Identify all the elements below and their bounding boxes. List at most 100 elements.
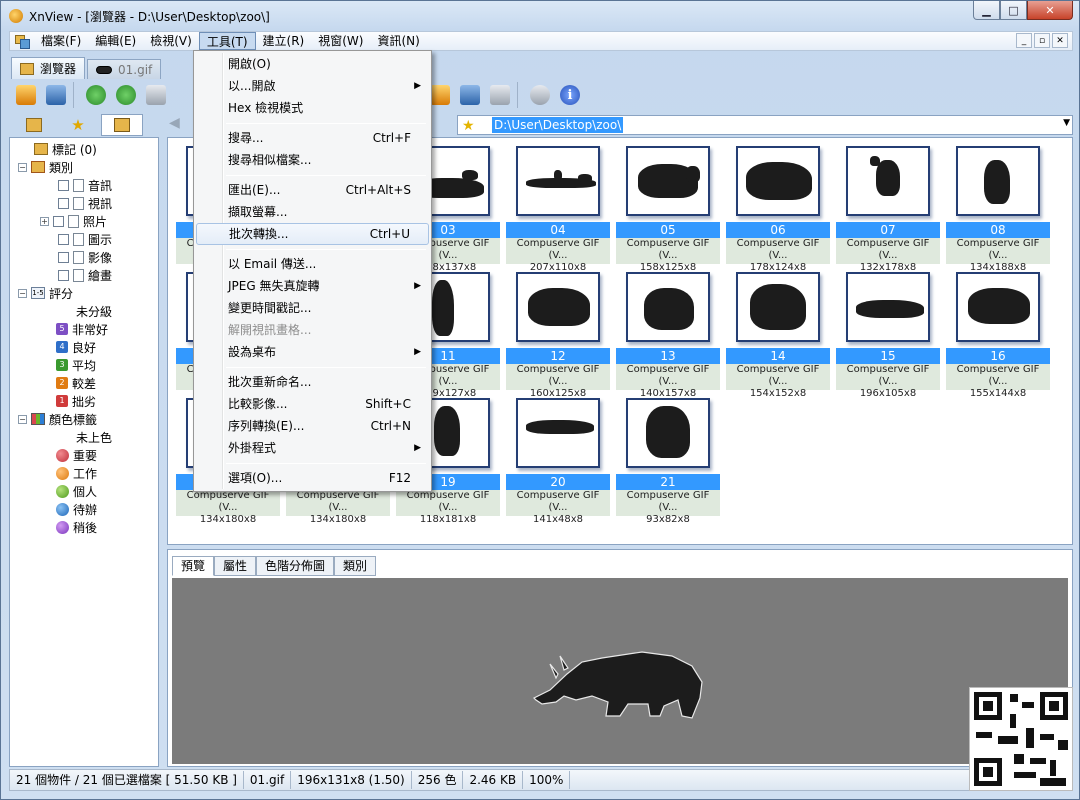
thumbnail-item[interactable]: 13 Compuserve GIF (V... 140x157x8	[616, 270, 720, 399]
tab-histogram[interactable]: 色階分佈圖	[256, 556, 335, 576]
tree-category-item[interactable]: 繪畫	[58, 266, 112, 284]
menu-item-jpeg-lossless[interactable]: JPEG 無失真旋轉 ▶	[196, 275, 429, 297]
tree-color-item[interactable]: 工作	[56, 464, 97, 482]
tree-color-item[interactable]: 未上色	[76, 428, 112, 446]
menu-item-options[interactable]: 選項(O)... F12	[196, 467, 429, 489]
thumbnail-item[interactable]: 16 Compuserve GIF (V... 155x144x8	[946, 270, 1050, 399]
back-arrow-icon[interactable]: ◀	[169, 115, 180, 131]
folders-tab[interactable]	[13, 114, 55, 136]
menu-create[interactable]: 建立(R)	[256, 32, 312, 50]
checkbox[interactable]	[58, 269, 69, 281]
tree-rating-item[interactable]: 3 平均	[56, 356, 96, 374]
close-button[interactable]: ✕	[1027, 1, 1073, 20]
tab-browser[interactable]: 瀏覽器	[11, 57, 86, 79]
thumbnail-item[interactable]: 06 Compuserve GIF (V... 178x124x8	[726, 144, 830, 273]
open-image-button[interactable]	[13, 82, 39, 108]
menu-item-hex-view[interactable]: Hex 檢視模式	[196, 97, 429, 119]
tree-color-item[interactable]: 重要	[56, 446, 97, 464]
address-path[interactable]: D:\User\Desktop\zoo\	[492, 117, 624, 133]
checkbox[interactable]	[58, 251, 69, 263]
rotate-button[interactable]	[113, 82, 139, 108]
move-to-button[interactable]	[143, 82, 169, 108]
mdi-close-button[interactable]: ✕	[1052, 33, 1068, 48]
menu-view[interactable]: 檢視(V)	[143, 32, 199, 50]
checkbox[interactable]	[53, 215, 64, 227]
tree-rating-item[interactable]: 1 拙劣	[56, 392, 96, 410]
menu-item-search[interactable]: 搜尋... Ctrl+F	[196, 127, 429, 149]
menu-edit[interactable]: 編輯(E)	[88, 32, 143, 50]
menu-item-timestamp[interactable]: 變更時間戳記...	[196, 297, 429, 319]
expand-icon[interactable]: +	[40, 216, 49, 226]
browser-menu-icon[interactable]	[14, 34, 30, 49]
tree-color-labels[interactable]: − 顏色標籤	[18, 410, 97, 428]
tab-properties[interactable]: 屬性	[214, 556, 257, 576]
tab-preview[interactable]: 預覽	[172, 556, 215, 576]
checkbox[interactable]	[58, 197, 69, 209]
mdi-minimize-button[interactable]: _	[1016, 33, 1032, 48]
thumbnail-item[interactable]: 20 Compuserve GIF (V... 141x48x8	[506, 396, 610, 525]
tree-rating-item[interactable]: 5 非常好	[56, 320, 108, 338]
tab-categories[interactable]: 類別	[334, 556, 377, 576]
tree-color-item[interactable]: 個人	[56, 482, 97, 500]
web-export-button[interactable]	[457, 82, 483, 108]
menu-file[interactable]: 檔案(F)	[34, 32, 88, 50]
collapse-icon[interactable]: −	[18, 162, 27, 172]
tree-category-item[interactable]: 音訊	[58, 176, 112, 194]
chevron-down-icon[interactable]: ▼	[1063, 118, 1070, 128]
checkbox[interactable]	[58, 233, 69, 245]
minimize-button[interactable]: ▁	[973, 1, 1000, 20]
menu-item-batch-convert[interactable]: 批次轉換... Ctrl+U	[196, 223, 429, 245]
menu-tools[interactable]: 工具(T)	[198, 32, 256, 50]
menu-info[interactable]: 資訊(N)	[370, 32, 426, 50]
contact-sheet-button[interactable]	[487, 82, 513, 108]
tree-color-item[interactable]: 稍後	[56, 518, 97, 536]
tree-ratings[interactable]: − 1-5 評分	[18, 284, 73, 302]
tree-rating-item[interactable]: 未分級	[76, 302, 112, 320]
tree-color-item[interactable]: 待辦	[56, 500, 97, 518]
menu-item-sequence-convert[interactable]: 序列轉換(E)... Ctrl+N	[196, 415, 429, 437]
favorites-tab[interactable]: ★	[57, 114, 99, 136]
mdi-restore-button[interactable]: ▫	[1034, 33, 1050, 48]
collapse-icon[interactable]: −	[18, 288, 27, 298]
menu-window[interactable]: 視窗(W)	[311, 32, 370, 50]
refresh-button[interactable]	[83, 82, 109, 108]
categories-tab[interactable]	[101, 114, 143, 136]
settings-button[interactable]	[527, 82, 553, 108]
thumbnail-item[interactable]: 12 Compuserve GIF (V... 160x125x8	[506, 270, 610, 399]
vertical-splitter[interactable]	[159, 137, 167, 767]
menu-item-export[interactable]: 匯出(E)... Ctrl+Alt+S	[196, 179, 429, 201]
thumbnail-item[interactable]: 04 Compuserve GIF (V... 207x110x8	[506, 144, 610, 273]
checkbox[interactable]	[58, 179, 69, 191]
thumbnail-item[interactable]: 05 Compuserve GIF (V... 158x125x8	[616, 144, 720, 273]
favorite-star-icon[interactable]: ★	[462, 118, 475, 134]
thumbnail-item[interactable]: 14 Compuserve GIF (V... 154x152x8	[726, 270, 830, 399]
menu-item-capture[interactable]: 擷取螢幕...	[196, 201, 429, 223]
preview-pane[interactable]	[172, 578, 1068, 764]
menu-item-search-similar[interactable]: 搜尋相似檔案...	[196, 149, 429, 171]
menu-item-plugins[interactable]: 外掛程式 ▶	[196, 437, 429, 459]
thumbnail-item[interactable]: 07 Compuserve GIF (V... 132x178x8	[836, 144, 940, 273]
menu-item-email[interactable]: 以 Email 傳送...	[196, 253, 429, 275]
tree-rating-item[interactable]: 2 較差	[56, 374, 96, 392]
tree-category-item[interactable]: + 照片	[40, 212, 107, 230]
tree-category-item[interactable]: 影像	[58, 248, 112, 266]
tree-categories[interactable]: − 類別	[18, 158, 73, 176]
menu-item-open[interactable]: 開啟(O)	[196, 53, 429, 75]
tree-category-item[interactable]: 視訊	[58, 194, 112, 212]
thumbnail-item[interactable]: 15 Compuserve GIF (V... 196x105x8	[836, 270, 940, 399]
thumbnail-item[interactable]: 08 Compuserve GIF (V... 134x188x8	[946, 144, 1050, 273]
tab-01-gif[interactable]: 01.gif	[87, 59, 162, 79]
tree-category-item[interactable]: 圖示	[58, 230, 112, 248]
collapse-icon[interactable]: −	[18, 414, 27, 424]
fullscreen-button[interactable]	[43, 82, 69, 108]
menu-item-batch-rename[interactable]: 批次重新命名...	[196, 371, 429, 393]
menu-item-set-wallpaper[interactable]: 設為桌布 ▶	[196, 341, 429, 363]
maximize-button[interactable]: □	[1000, 1, 1027, 20]
tree-rating-item[interactable]: 4 良好	[56, 338, 96, 356]
thumbnail-item[interactable]: 21 Compuserve GIF (V... 93x82x8	[616, 396, 720, 525]
title-bar[interactable]: XnView - [瀏覽器 - D:\User\Desktop\zoo\] ▁ …	[1, 1, 1079, 31]
address-bar[interactable]: ★ D:\User\Desktop\zoo\ ▼	[457, 115, 1073, 135]
menu-item-open-with[interactable]: 以...開啟 ▶	[196, 75, 429, 97]
menu-item-compare[interactable]: 比較影像... Shift+C	[196, 393, 429, 415]
tree-bookmarks[interactable]: 標記 (0)	[34, 140, 97, 158]
